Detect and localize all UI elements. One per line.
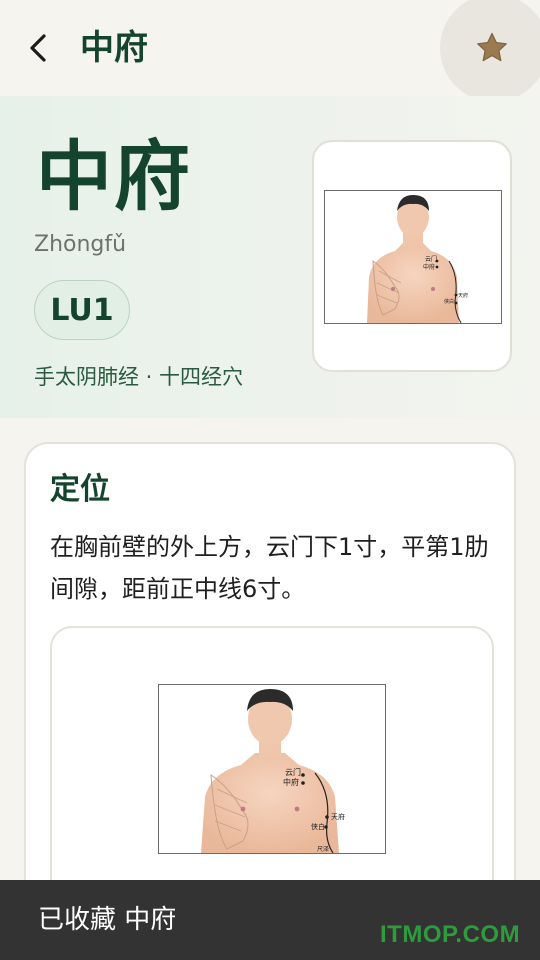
acupoint-name: 中府 [36, 132, 192, 221]
acupoint-thumbnail[interactable]: 云门 中府 天府 侠白 [312, 140, 512, 372]
diagram-label-yunmen: 云门 [425, 255, 437, 263]
favorite-button[interactable] [440, 0, 540, 102]
diagram-label-xiabai: 侠白 [311, 822, 325, 831]
location-card: 定位 在胸前壁的外上方，云门下1寸，平第1肋间隙，距前正中线6寸。 云门 中府 … [24, 442, 516, 942]
location-title: 定位 [50, 472, 110, 507]
diagram-label-zhongfu: 中府 [423, 263, 435, 271]
acupoint-diagram-image: 云门 中府 天府 侠白 [324, 190, 502, 324]
diagram-label-chize: 尺泽 [317, 845, 329, 853]
acupoint-pinyin: Zhōngfǔ [34, 232, 127, 257]
diagram-label-xiabai: 侠白 [444, 298, 454, 305]
top-app-bar: 中府 [0, 0, 540, 102]
watermark-logo: ITMOP.COM [380, 921, 521, 948]
star-icon [477, 32, 507, 62]
diagram-label-tianfu: 天府 [331, 812, 345, 821]
diagram-label-yunmen: 云门 [285, 767, 301, 777]
location-description: 在胸前壁的外上方，云门下1寸，平第1肋间隙，距前正中线6寸。 [50, 533, 489, 603]
snackbar-message: 已收藏 中府 [38, 905, 177, 935]
chevron-left-icon [30, 34, 46, 62]
location-diagram-image: 云门 中府 天府 侠白 尺泽 [158, 684, 386, 854]
acupoint-code-badge: LU1 [34, 280, 130, 340]
diagram-label-tianfu: 天府 [458, 292, 468, 299]
diagram-label-zhongfu: 中府 [283, 777, 299, 787]
page-title: 中府 [80, 28, 148, 68]
back-button[interactable] [18, 28, 58, 68]
meridian-label: 手太阴肺经 · 十四经穴 [34, 365, 244, 389]
